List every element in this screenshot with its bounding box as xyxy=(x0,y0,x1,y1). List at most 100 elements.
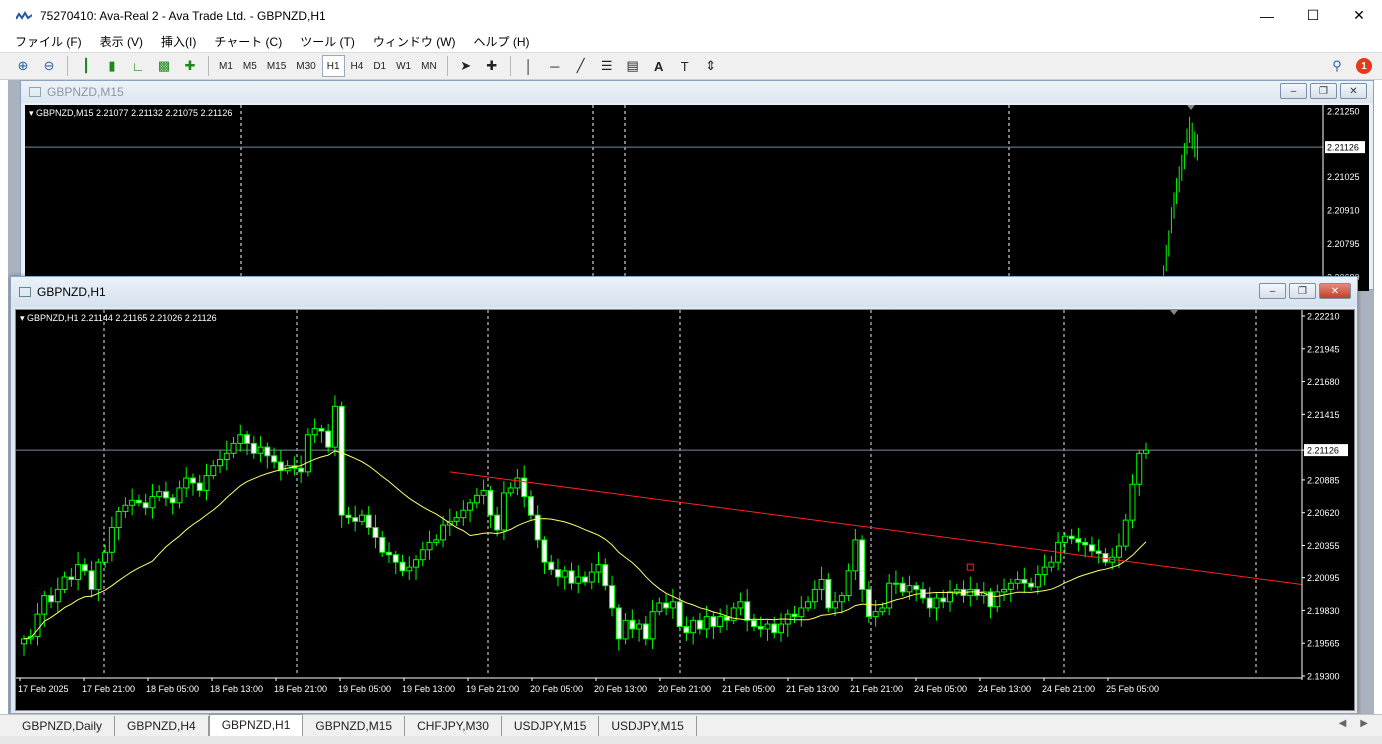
chart-h1-canvas[interactable]: 2.22210 2.21945 2.21680 2.21415 2.21126 2.208… xyxy=(15,309,1355,711)
candle-body xyxy=(473,494,480,504)
tab-chfjpy-m30[interactable]: CHFJPY,M30 xyxy=(405,715,502,736)
close-button[interactable]: ✕ xyxy=(1336,0,1382,31)
arrows-icon[interactable]: ⇕ xyxy=(698,55,724,77)
window-caption[interactable]: GBPNZD,H1 – ❐ ✕ xyxy=(11,277,1357,307)
menu-insert[interactable]: 挿入(I) xyxy=(152,33,205,50)
tab-usdjpy-m15-2[interactable]: USDJPY,M15 xyxy=(599,715,697,736)
timeframe-mn[interactable]: MN xyxy=(417,55,441,77)
candle-body xyxy=(500,492,507,531)
equidistant-channel-icon[interactable]: ☰ xyxy=(594,55,620,77)
timeframe-d1[interactable]: D1 xyxy=(369,55,390,77)
menu-window[interactable]: ウィンドウ (W) xyxy=(364,33,465,50)
maximize-button[interactable]: ☐ xyxy=(1290,0,1336,31)
notification-badge[interactable]: 1 xyxy=(1356,58,1372,74)
candle-body xyxy=(34,613,41,637)
candle-body xyxy=(399,561,406,572)
time-label: 21 Feb 05:00 xyxy=(722,684,775,694)
candle-body xyxy=(696,619,703,630)
candle-body xyxy=(318,428,325,432)
candle-body xyxy=(1068,535,1075,540)
chart-window-gbpnzd-h1[interactable]: GBPNZD,H1 – ❐ ✕ 2.22210 2.21945 2.21680 2.2… xyxy=(10,276,1358,714)
window-minimize-button[interactable]: – xyxy=(1280,83,1307,99)
menu-view[interactable]: 表示 (V) xyxy=(91,33,152,50)
candle-body xyxy=(940,597,947,603)
tab-gbpnzd-h4[interactable]: GBPNZD,H4 xyxy=(115,715,209,736)
candle-body xyxy=(271,455,278,463)
tab-scroll-right-icon[interactable]: ▶ xyxy=(1360,718,1368,729)
candle-body xyxy=(602,564,609,587)
menu-help[interactable]: ヘルプ (H) xyxy=(465,33,539,50)
chart-h1-svg[interactable]: 2.22210 2.21945 2.21680 2.21415 2.21126 2.208… xyxy=(16,310,1354,710)
window-restore-button[interactable]: ❐ xyxy=(1289,283,1316,299)
candle-body xyxy=(615,607,622,640)
bar-chart-icon[interactable]: ┃ xyxy=(73,55,99,77)
candle-body xyxy=(162,491,169,499)
candle-body xyxy=(717,616,724,628)
tab-gbpnzd-m15[interactable]: GBPNZD,M15 xyxy=(303,715,406,736)
text-icon[interactable]: A xyxy=(646,55,672,77)
candle-body xyxy=(703,616,710,630)
candle-body xyxy=(744,601,751,621)
candle-body xyxy=(838,595,845,603)
candle-body xyxy=(487,489,494,516)
chart-m15-svg[interactable]: 2.212502.211262.210252.209102.207952.206… xyxy=(25,105,1369,310)
tab-gbpnzd-daily[interactable]: GBPNZD,Daily xyxy=(10,715,116,736)
auto-scroll-icon[interactable]: ▩ xyxy=(151,55,177,77)
window-minimize-button[interactable]: – xyxy=(1259,283,1286,299)
tab-usdjpy-m15[interactable]: USDJPY,M15 xyxy=(502,715,600,736)
timeframe-w1[interactable]: W1 xyxy=(392,55,415,77)
price-label: 2.22210 xyxy=(1307,312,1340,322)
tab-gbpnzd-h1[interactable]: GBPNZD,H1 xyxy=(208,713,304,736)
timeframe-h4[interactable]: H4 xyxy=(347,55,368,77)
timeframe-m30[interactable]: M30 xyxy=(292,55,319,77)
timeframe-m15[interactable]: M15 xyxy=(263,55,290,77)
line-chart-icon[interactable]: ∟ xyxy=(125,55,151,77)
window-close-button[interactable]: ✕ xyxy=(1340,83,1367,99)
horizontal-line-icon[interactable]: ─ xyxy=(542,55,568,77)
tab-scroll-left-icon[interactable]: ◀ xyxy=(1339,718,1347,729)
candle-body xyxy=(1021,579,1028,584)
timeframe-h1[interactable]: H1 xyxy=(321,55,345,77)
timeframe-m5[interactable]: M5 xyxy=(239,55,261,77)
candle-body xyxy=(156,491,163,498)
menu-tools[interactable]: ツール (T) xyxy=(291,33,364,50)
candle-body xyxy=(1048,561,1055,568)
text-label-icon[interactable]: T xyxy=(672,55,698,77)
chart-window-gbpnzd-m15[interactable]: GBPNZD,M15 – ❐ ✕ 2.21250 2.21126 2.21025 2.… xyxy=(20,80,1374,310)
candle-body xyxy=(244,434,251,444)
candle-body xyxy=(588,571,595,583)
trendline-icon[interactable]: ╱ xyxy=(568,55,594,77)
zoom-out-icon[interactable]: ⊖ xyxy=(36,55,62,77)
candlestick-icon[interactable]: ▮ xyxy=(99,55,125,77)
window-caption[interactable]: GBPNZD,M15 – ❐ ✕ xyxy=(21,81,1373,103)
time-label: 18 Feb 21:00 xyxy=(274,684,327,694)
window-close-button[interactable]: ✕ xyxy=(1319,283,1351,299)
candle-body xyxy=(95,561,102,590)
cursor-icon[interactable]: ➤ xyxy=(453,55,479,77)
toolbar-separator xyxy=(67,56,68,76)
add-indicator-icon[interactable]: ✚ xyxy=(177,55,203,77)
window-restore-button[interactable]: ❐ xyxy=(1310,83,1337,99)
candle-body xyxy=(1001,588,1008,593)
menu-chart[interactable]: チャート (C) xyxy=(205,33,291,50)
menu-file[interactable]: ファイル (F) xyxy=(6,33,91,50)
crosshair-icon[interactable]: ✚ xyxy=(479,55,505,77)
candle-body xyxy=(426,541,433,551)
timeframe-m1[interactable]: M1 xyxy=(215,55,237,77)
price-label: 2.20795 xyxy=(1327,239,1360,249)
chart-tabs: GBPNZD,Daily GBPNZD,H4 GBPNZD,H1 GBPNZD,… xyxy=(0,713,1382,736)
fibonacci-icon[interactable]: ▤ xyxy=(620,55,646,77)
candle-body xyxy=(845,570,852,597)
minimize-button[interactable]: — xyxy=(1244,0,1290,31)
zoom-in-icon[interactable]: ⊕ xyxy=(10,55,36,77)
chart-m15-canvas[interactable]: 2.212502.211262.210252.209102.207952.206… xyxy=(25,105,1369,310)
candle-body xyxy=(805,601,812,609)
chart-window-icon xyxy=(29,87,41,97)
time-label: 20 Feb 05:00 xyxy=(530,684,583,694)
time-label: 17 Feb 2025 xyxy=(18,684,69,694)
candle-body xyxy=(264,446,271,457)
time-label: 21 Feb 13:00 xyxy=(786,684,839,694)
vertical-line-icon[interactable]: │ xyxy=(516,55,542,77)
candle-body xyxy=(521,477,528,498)
search-icon[interactable]: ⚲ xyxy=(1324,55,1350,77)
